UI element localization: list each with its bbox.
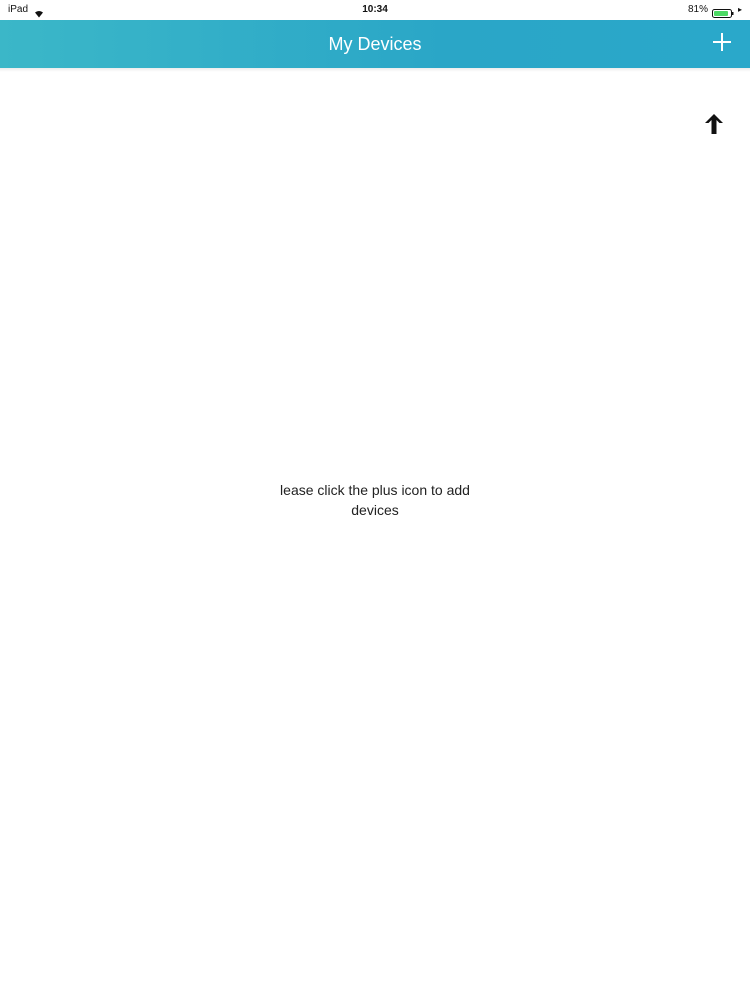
battery-percent: 81%: [687, 4, 708, 15]
page-title: My Devices: [328, 34, 422, 54]
empty-state-line-1: lease click the plus icon to add: [280, 482, 470, 498]
add-device-button[interactable]: [706, 28, 738, 60]
nav-shadow: [0, 68, 750, 72]
empty-state-line-2: devices: [351, 502, 399, 518]
nav-bar: My Devices: [0, 20, 750, 68]
battery-icon: [711, 6, 734, 18]
status-right: 81% ▸: [688, 0, 742, 20]
status-time: 10:34: [362, 4, 388, 15]
status-bar: iPad 10:34 81% ▸: [0, 0, 750, 20]
empty-state-message: lease click the plus icon to add devices: [225, 480, 525, 520]
arrow-up-icon: [698, 108, 730, 140]
plus-icon: [712, 32, 732, 57]
charging-icon: ▸: [737, 5, 742, 14]
